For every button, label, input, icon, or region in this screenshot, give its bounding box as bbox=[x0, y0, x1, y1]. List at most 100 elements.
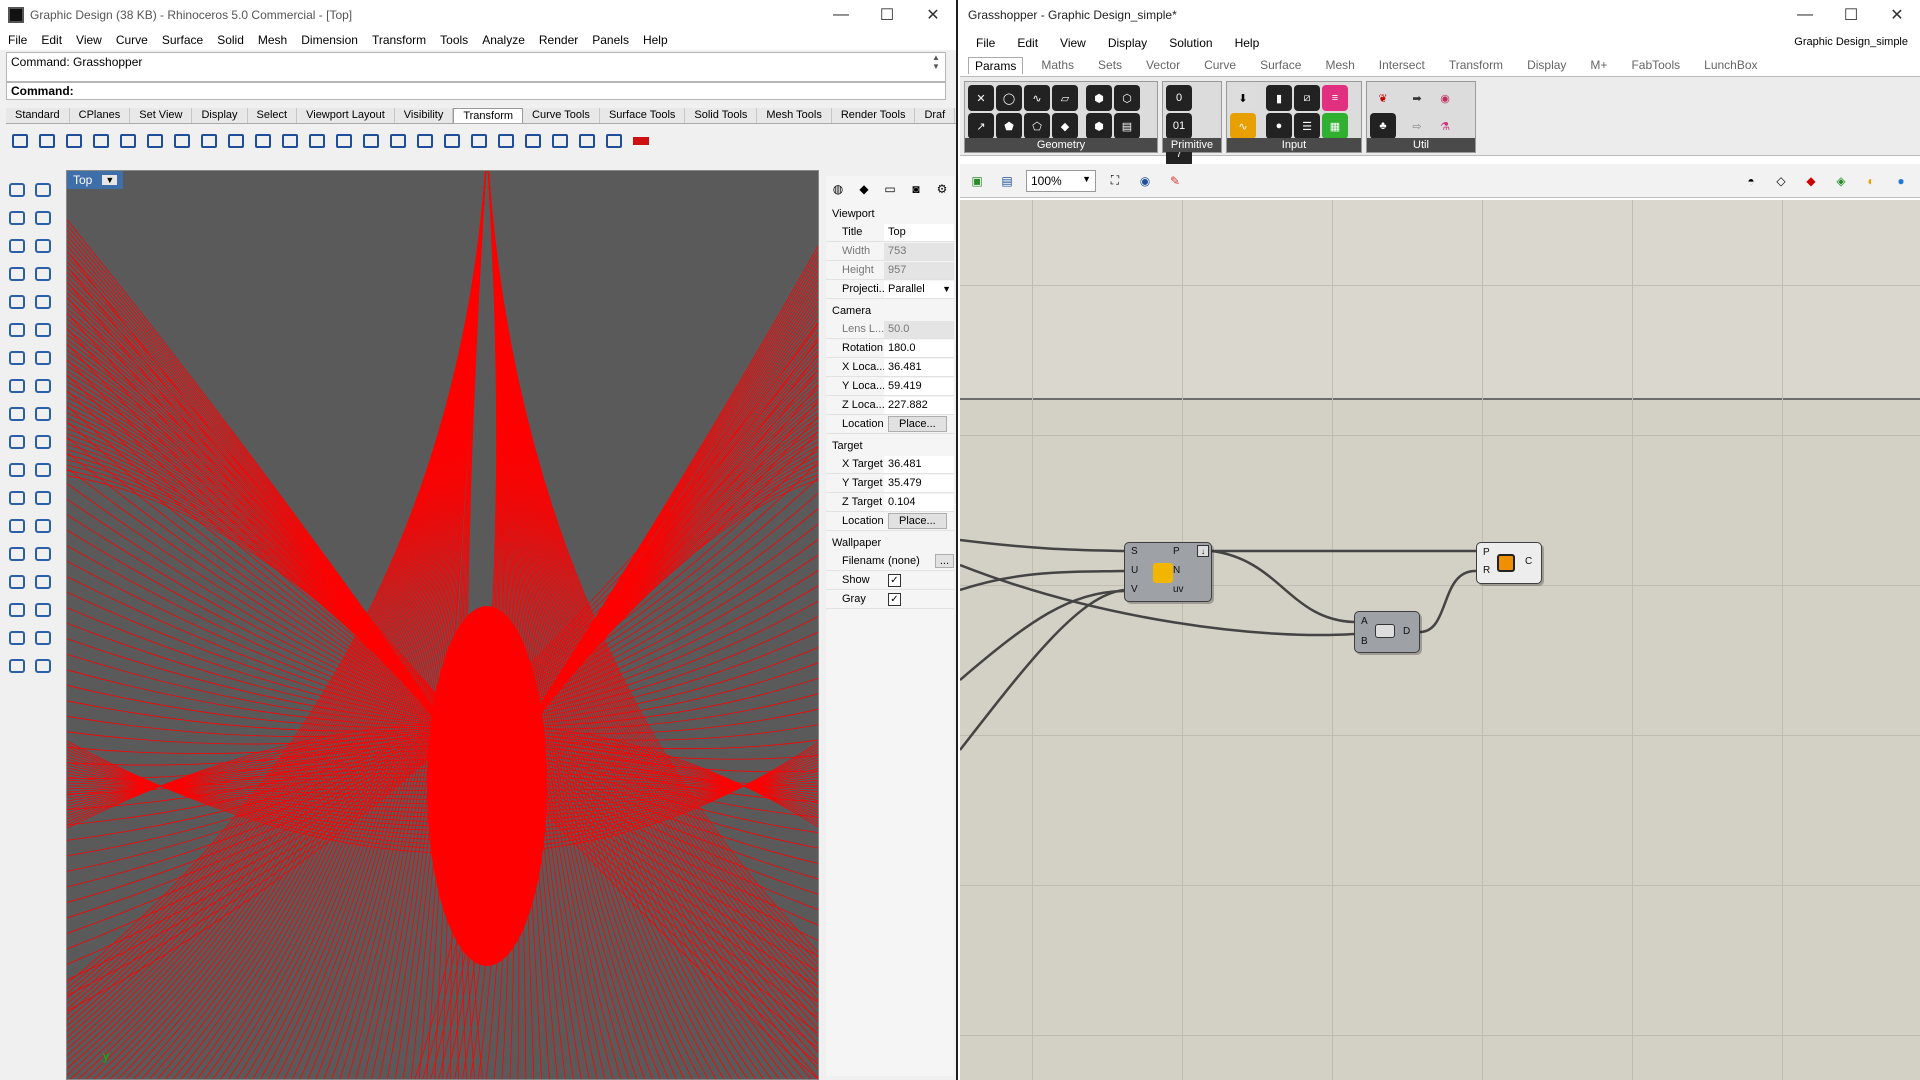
ribbon-label-geometry[interactable]: Geometry bbox=[965, 138, 1157, 152]
curve-icon[interactable] bbox=[31, 206, 55, 230]
tab-drafting[interactable]: Draf bbox=[915, 108, 956, 123]
menu-tools[interactable]: Tools bbox=[440, 33, 468, 47]
gh-tab-params[interactable]: Params bbox=[968, 56, 1024, 74]
camera-icon[interactable]: ◙ bbox=[906, 180, 926, 198]
tree-icon[interactable]: ♣ bbox=[1370, 113, 1396, 139]
menu-surface[interactable]: Surface bbox=[162, 33, 203, 47]
preview-eye-icon[interactable]: ◉ bbox=[1134, 170, 1156, 192]
tab-visibility[interactable]: Visibility bbox=[395, 108, 454, 123]
ribbon-label-primitive[interactable]: Primitive bbox=[1163, 138, 1221, 152]
menu-render[interactable]: Render bbox=[539, 33, 578, 47]
z-location-field[interactable]: 227.882 bbox=[884, 396, 954, 414]
gh-minimize-button[interactable]: — bbox=[1782, 0, 1828, 30]
layer-icon[interactable] bbox=[5, 542, 29, 566]
circle-component[interactable]: P R C bbox=[1476, 542, 1542, 584]
select-icon[interactable] bbox=[5, 178, 29, 202]
polygon-icon[interactable] bbox=[5, 262, 29, 286]
polyline-icon[interactable] bbox=[5, 206, 29, 230]
relay-icon[interactable]: ⇨ bbox=[1404, 113, 1430, 139]
gh-menu-display[interactable]: Display bbox=[1108, 36, 1147, 50]
menu-help[interactable]: Help bbox=[643, 33, 668, 47]
snap-icon[interactable] bbox=[31, 514, 55, 538]
tab-curve-tools[interactable]: Curve Tools bbox=[523, 108, 600, 123]
preview-selected-icon[interactable]: ◈ bbox=[1830, 170, 1852, 192]
surface-icon[interactable] bbox=[5, 318, 29, 342]
menu-file[interactable]: File bbox=[8, 33, 27, 47]
polar-array-icon[interactable] bbox=[332, 130, 356, 152]
array-surface-icon[interactable] bbox=[386, 130, 410, 152]
stretch-icon[interactable] bbox=[521, 130, 545, 152]
z-target-field[interactable]: 0.104 bbox=[884, 493, 954, 511]
import-icon[interactable]: ⬇ bbox=[1230, 85, 1256, 111]
distribute-icon[interactable] bbox=[440, 130, 464, 152]
flow-icon[interactable] bbox=[278, 130, 302, 152]
sphere-icon[interactable] bbox=[5, 458, 29, 482]
output-d[interactable]: D bbox=[1403, 626, 1410, 637]
x-target-field[interactable]: 36.481 bbox=[884, 455, 954, 473]
boolean-icon[interactable] bbox=[31, 346, 55, 370]
tab-set-view[interactable]: Set View bbox=[130, 108, 193, 123]
join-icon[interactable] bbox=[5, 486, 29, 510]
wire[interactable] bbox=[960, 538, 1125, 553]
arrow-right-icon[interactable] bbox=[629, 130, 653, 152]
wireframe-icon[interactable]: ◇ bbox=[1770, 170, 1792, 192]
wire[interactable] bbox=[1419, 569, 1477, 634]
slider-icon[interactable]: ⧄ bbox=[1294, 85, 1320, 111]
tab-render-tools[interactable]: Render Tools bbox=[832, 108, 916, 123]
graft-icon[interactable]: ↓ bbox=[1197, 545, 1209, 557]
menu-panels[interactable]: Panels bbox=[592, 33, 629, 47]
smash-icon[interactable] bbox=[494, 130, 518, 152]
material-icon[interactable]: ◆ bbox=[854, 180, 874, 198]
explode-icon[interactable] bbox=[31, 486, 55, 510]
toggle-icon[interactable]: ▮ bbox=[1266, 85, 1292, 111]
menu-transform[interactable]: Transform bbox=[372, 33, 426, 47]
gh-tab-intersect[interactable]: Intersect bbox=[1379, 58, 1425, 72]
circle-icon[interactable] bbox=[5, 234, 29, 258]
gh-tab-maths[interactable]: Maths bbox=[1041, 58, 1074, 72]
input-s[interactable]: S bbox=[1131, 546, 1138, 557]
output-n[interactable]: N bbox=[1173, 565, 1180, 576]
box-param-icon[interactable]: ⬢ bbox=[1086, 113, 1112, 139]
project-icon[interactable] bbox=[467, 130, 491, 152]
wire[interactable] bbox=[960, 589, 1125, 681]
tab-viewport-layout[interactable]: Viewport Layout bbox=[297, 108, 395, 123]
target-place-button[interactable]: Place... bbox=[888, 513, 947, 529]
monitor-icon[interactable]: ▭ bbox=[880, 180, 900, 198]
wire[interactable] bbox=[960, 588, 1125, 751]
input-a[interactable]: A bbox=[1361, 616, 1368, 627]
flask-icon[interactable]: ⚗ bbox=[1432, 113, 1458, 139]
gumball-icon[interactable] bbox=[31, 598, 55, 622]
input-b[interactable]: B bbox=[1361, 636, 1368, 647]
gh-tab-sets[interactable]: Sets bbox=[1098, 58, 1122, 72]
wire[interactable] bbox=[1211, 549, 1355, 624]
gh-tab-transform[interactable]: Transform bbox=[1449, 58, 1503, 72]
zoom-extents-icon[interactable]: ⛶ bbox=[1104, 170, 1126, 192]
zoom-select[interactable]: 100% ▼ bbox=[1026, 169, 1096, 192]
close-button[interactable]: ✕ bbox=[910, 0, 956, 30]
preview-mode-icon[interactable]: ◓ bbox=[1740, 170, 1762, 192]
material-preview-icon[interactable]: ◐ bbox=[1860, 170, 1882, 192]
projection-select[interactable]: Parallel ▼ bbox=[884, 280, 954, 298]
rectangle-icon[interactable] bbox=[31, 262, 55, 286]
matrix-icon[interactable]: ▦ bbox=[1322, 113, 1348, 139]
tab-solid-tools[interactable]: Solid Tools bbox=[685, 108, 758, 123]
input-u[interactable]: U bbox=[1131, 565, 1138, 576]
sketch-pen-icon[interactable]: ✎ bbox=[1164, 170, 1186, 192]
chevron-down-icon[interactable]: ▼ bbox=[102, 175, 118, 185]
document-preview-icon[interactable]: ● bbox=[1890, 170, 1912, 192]
array-curve-icon[interactable] bbox=[359, 130, 383, 152]
gh-tab-curve[interactable]: Curve bbox=[1204, 58, 1236, 72]
gh-document-name[interactable]: Graphic Design_simple bbox=[1794, 36, 1908, 48]
shear-icon[interactable] bbox=[170, 130, 194, 152]
input-p[interactable]: P bbox=[1483, 547, 1490, 558]
transform-icon[interactable] bbox=[5, 626, 29, 650]
block-icon[interactable] bbox=[5, 570, 29, 594]
ribbon-label-input[interactable]: Input bbox=[1227, 138, 1361, 152]
gh-menu-solution[interactable]: Solution bbox=[1169, 36, 1212, 50]
light-icon[interactable] bbox=[31, 402, 55, 426]
show-checkbox[interactable]: ✓ bbox=[888, 573, 901, 587]
brep-param-icon[interactable]: ⬢ bbox=[1086, 85, 1112, 111]
button-icon[interactable]: ● bbox=[1266, 113, 1292, 139]
ribbon-label-util[interactable]: Util bbox=[1367, 138, 1475, 152]
point-param-icon[interactable]: ↗ bbox=[968, 113, 994, 139]
